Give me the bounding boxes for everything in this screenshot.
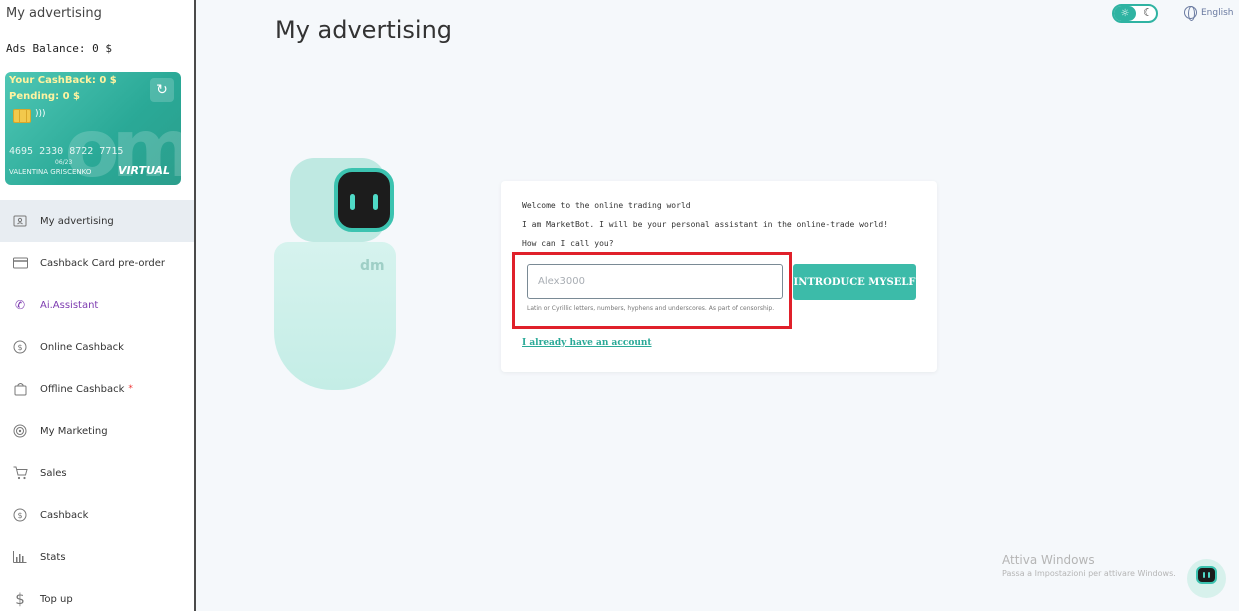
sidebar-item-label: My Marketing [40,425,108,437]
assistant-chat-button[interactable] [1187,559,1226,598]
robot-icon [1196,566,1217,584]
windows-activation-watermark: Attiva Windows Passa a Impostazioni per … [1002,553,1176,578]
shopping-bag-icon [12,381,28,397]
sidebar-item-label: Sales [40,467,67,479]
sidebar-nav: My advertising Cashback Card pre-order ✆… [0,200,194,611]
watermark-line2: Passa a Impostazioni per attivare Window… [1002,569,1176,578]
phone-signal-icon: ✆ [14,298,26,312]
sidebar-item-label: Stats [40,551,66,563]
sidebar-item-label: Cashback [40,509,89,521]
sidebar-title: My advertising [6,6,102,21]
credit-card-icon [12,255,28,271]
sidebar-item-my-advertising[interactable]: My advertising [0,200,194,242]
watermark-line1: Attiva Windows [1002,553,1095,567]
sidebar-item-label: Offline Cashback [40,383,125,395]
introduce-myself-button[interactable]: INTRODUCE MYSELF [793,264,916,300]
cashback-card: om Your CashBack: 0 $ Pending: 0 $ ))) ↻… [5,72,181,185]
dollar-icon: $ [15,590,25,608]
sidebar-item-cashback-card-preorder[interactable]: Cashback Card pre-order [0,242,194,284]
welcome-text: Welcome to the online trading world [522,201,691,210]
robot-head [290,158,394,242]
robot-eye [350,194,355,210]
question-text: How can I call you? [522,239,614,248]
name-hint: Latin or Cyrillic letters, numbers, hyph… [527,305,775,312]
svg-text:$: $ [17,511,22,520]
already-have-account-link[interactable]: I already have an account [522,338,652,348]
language-label: English [1201,7,1234,18]
chip-icon [13,109,31,123]
dollar-circle-icon: $ [12,339,28,355]
robot-face [334,168,394,232]
moon-icon: ☾ [1143,6,1153,19]
name-input[interactable] [527,264,783,299]
contactless-icon: ))) [35,109,46,119]
id-badge-icon [12,213,28,229]
sidebar-item-stats[interactable]: Stats [0,536,194,578]
cart-icon [12,465,28,481]
sidebar-item-cashback[interactable]: $ Cashback [0,494,194,536]
sidebar-item-ai-assistant[interactable]: ✆ Ai.Assistant [0,284,194,326]
sidebar: My advertising Ads Balance: 0 $ om Your … [0,0,196,611]
sidebar-item-label: Ai.Assistant [40,299,99,311]
new-badge: * [128,384,133,394]
card-cashback: Your CashBack: 0 $ [9,75,117,86]
card-expiry: 06/23 [55,159,73,166]
ads-balance: Ads Balance: 0 $ [6,42,112,55]
sidebar-item-label: Cashback Card pre-order [40,257,166,269]
target-icon [12,423,28,439]
sidebar-item-online-cashback[interactable]: $ Online Cashback [0,326,194,368]
intro-text: I am MarketBot. I will be your personal … [522,220,889,229]
globe-icon [1184,6,1197,21]
robot-eye [373,194,378,210]
sun-icon: ☼ [1114,6,1136,21]
sidebar-item-top-up[interactable]: $ Top up [0,578,194,611]
sidebar-item-label: Top up [40,593,73,605]
marketbot-illustration: dm [274,158,396,390]
card-number: 4695 2330 8722 7715 [9,146,124,157]
page-title: My advertising [275,16,453,44]
card-type: VIRTUAL [117,164,170,177]
refresh-icon: ↻ [156,82,168,98]
dollar-circle-icon: $ [12,507,28,523]
card-pending: Pending: 0 $ [9,91,80,102]
bar-chart-icon [12,549,28,565]
sidebar-item-label: Online Cashback [40,341,124,353]
refresh-button[interactable]: ↻ [150,78,174,102]
sidebar-item-my-marketing[interactable]: My Marketing [0,410,194,452]
sidebar-item-offline-cashback[interactable]: Offline Cashback * [0,368,194,410]
language-selector[interactable]: English [1184,6,1234,21]
theme-toggle[interactable]: ☼ ☾ [1112,4,1158,23]
svg-text:$: $ [17,343,22,352]
card-holder: VALENTINA GRISCENKO [9,168,92,176]
sidebar-item-sales[interactable]: Sales [0,452,194,494]
sidebar-item-label: My advertising [40,215,114,227]
robot-logo: dm [360,258,385,274]
